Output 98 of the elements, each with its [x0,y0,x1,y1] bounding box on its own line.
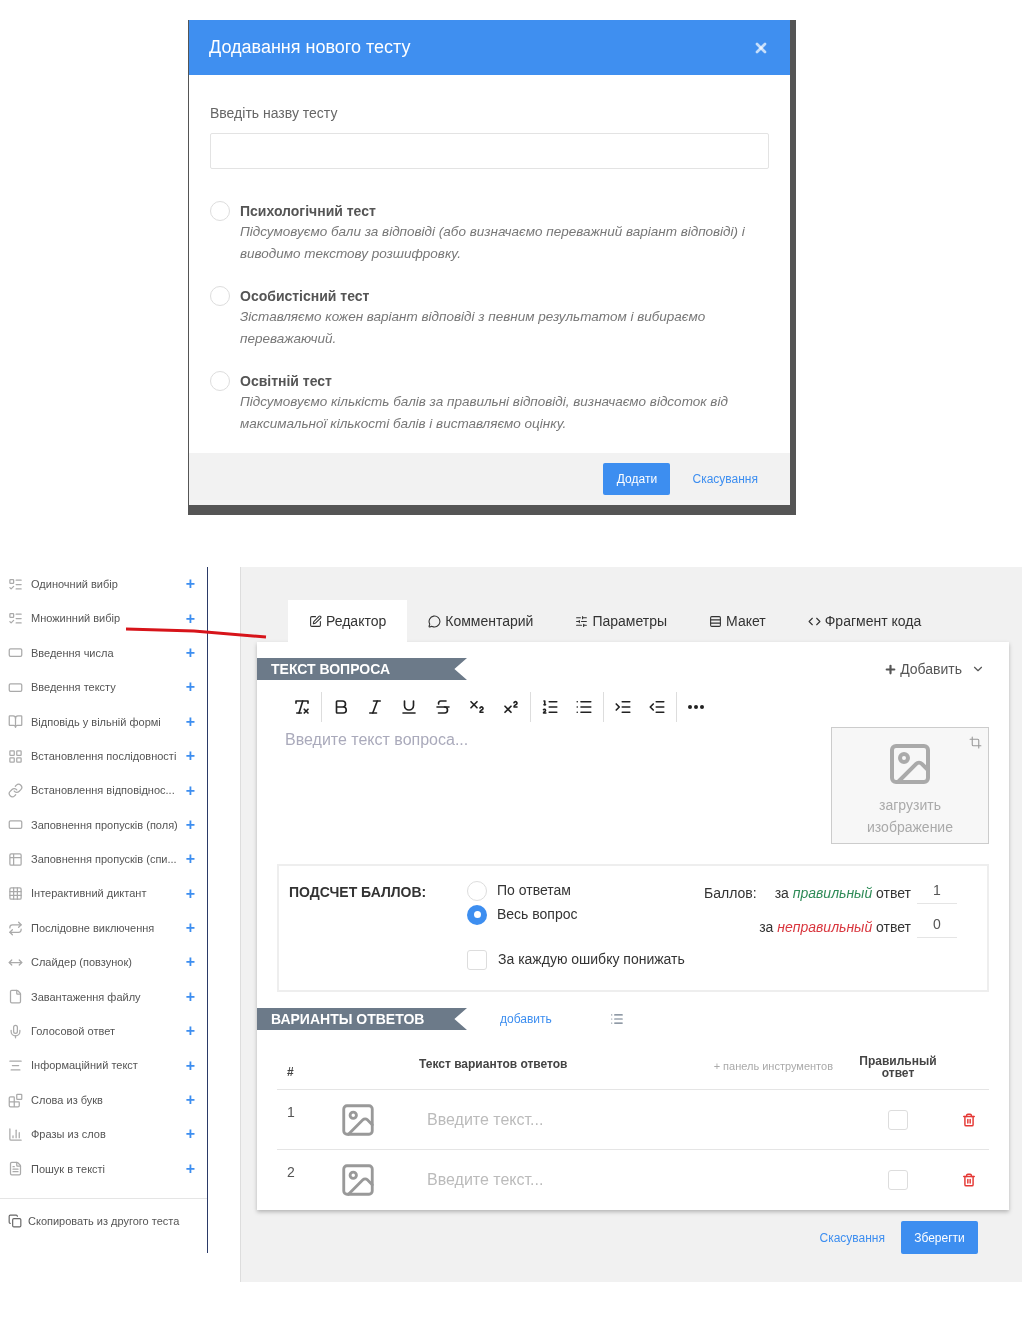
option-title: Психологічний тест [240,202,377,221]
rows-icon [709,614,723,628]
checklist-icon [8,611,23,627]
question-type-item[interactable]: Заповнення пропусків (поля) [31,816,186,834]
column-header: Текст вариантов ответов [419,1055,568,1073]
underline-icon [400,698,418,716]
clear-format-icon [293,698,311,716]
image-icon [339,1161,377,1199]
answer-text-field[interactable]: Введите текст... [427,1107,727,1132]
speech-bubble-icon [428,614,442,628]
points-field[interactable]: 1 [917,880,957,904]
option-description: Підсумовуємо кількість балів за правильні відповіді, визначаємо відсоток від максимальної кількості балів і виставляємо оцінку. [240,393,729,433]
question-type-item[interactable]: Послідовне виключення [31,919,186,937]
checkbox[interactable] [467,949,487,970]
copy-link[interactable]: Скопировать из другого теста [28,1213,180,1230]
bullet-list-icon [575,698,593,716]
question-type-item[interactable]: Встановлення відповіднос... [31,782,186,799]
question-type-item[interactable]: Завантаження файлу [31,988,186,1006]
radio-label: По ответам [497,881,571,900]
test-name-field[interactable] [210,133,769,169]
chart-icon [8,1126,23,1142]
editor-tab[interactable]: Редактор [288,600,408,642]
question-type-item[interactable]: Фразы из слов [31,1126,186,1143]
question-type-item[interactable]: Введення числа [31,644,186,662]
answer-text-field[interactable]: Введите текст... [427,1168,727,1192]
option-title: Особистісний тест [240,287,371,306]
question-type-item[interactable]: Одиночний вибір [31,575,186,593]
radio-button[interactable] [210,201,230,221]
book-icon [8,714,23,730]
row-number: 2 [286,1163,296,1182]
field-label: Введіть назву тесту [210,104,339,123]
checklist-icon [8,576,23,592]
editor-tab[interactable]: Фрагмент кода [786,600,943,642]
more-icon [688,705,704,709]
document-icon [8,1161,23,1177]
crop-icon [969,736,982,749]
upload-caption: загрузить изображение [866,796,954,837]
option-description: Зіставляємо кожен варіант відповіді з певним результатом і вибираємо переважаючий. [240,308,707,348]
repeat-icon [8,920,23,936]
radio-button[interactable] [467,880,487,901]
radio-button[interactable] [467,904,487,925]
question-text-field[interactable]: Введите текст вопроса... [285,728,785,752]
add-dropdown[interactable]: Добавить [884,658,985,680]
subscript-icon [468,698,486,716]
section-heading: ВАРИАНТЫ ОТВЕТОВ [257,1008,467,1030]
points-caption: за неправильный ответ [759,918,911,937]
question-type-item[interactable]: Інтерактивний диктант [31,885,186,902]
microphone-icon [8,1023,23,1039]
question-type-item[interactable]: Слайдер (повзунок) [31,954,186,971]
scoring-label: ПОДСЧЕТ БАЛЛОВ: [289,883,428,902]
edit-icon [309,614,322,628]
lines-icon [8,1058,23,1074]
dialog-title: Додавання нового тесту [209,36,411,59]
points-caption: за правильный ответ [774,884,911,903]
radio-label: Весь вопрос [497,905,578,924]
indent-icon [614,698,632,716]
row-number: 1 [286,1103,296,1122]
question-type-item[interactable]: Відповідь у вільній формі [31,713,186,730]
question-type-item[interactable]: Пошук в тексті [31,1160,186,1178]
question-type-item[interactable]: Заповнення пропусків (спи... [31,851,186,868]
blocks-icon [8,1092,23,1108]
numbered-list-icon [541,698,559,716]
column-header: Правильный ответ [858,1054,938,1079]
italic-icon [366,698,384,716]
radio-button[interactable] [210,286,230,306]
copy-icon [8,1214,22,1229]
trash-icon [961,1173,976,1187]
question-type-item[interactable]: Інформаційний текст [31,1057,186,1074]
question-type-item[interactable]: Голосовой ответ [31,1023,186,1040]
sliders-icon [575,614,589,628]
column-header: # [286,1063,295,1081]
list-icon [609,1012,624,1026]
grid-icon [8,748,23,764]
trash-icon [961,1112,976,1127]
table-icon [8,851,23,867]
question-type-item[interactable]: Встановлення послідовності [31,747,186,765]
question-type-item[interactable]: Введення тексту [31,679,186,696]
question-type-item[interactable]: Слова из букв [31,1091,186,1109]
option-description: Підсумовуємо бали за відповіді (або визначаємо переважний варіант відповіді) і виводимо текстову розшифровку. [240,223,746,263]
editor-tab[interactable]: Комментарий [407,600,555,642]
section-heading: ТЕКСТ ВОПРОСА [257,658,467,680]
option-title: Освітній тест [240,372,333,391]
question-type-item[interactable]: Множинний вибір [31,610,186,627]
points-label: Баллов: [704,884,757,903]
points-field[interactable]: 0 [917,914,957,938]
link-icon [8,783,23,799]
grid-icon [8,886,23,902]
file-icon [8,989,23,1005]
checkbox[interactable] [888,1109,908,1130]
plus-icon [884,662,898,676]
strikethrough-icon [434,698,452,716]
editor-tab[interactable]: Макет [688,600,787,642]
checkbox-label: За каждую ошибку понижать [498,950,685,969]
editor-tab[interactable]: Параметры [554,600,689,642]
radio-button[interactable] [210,371,230,391]
checkbox[interactable] [888,1170,908,1190]
outdent-icon [648,698,666,716]
superscript-icon [502,698,520,716]
